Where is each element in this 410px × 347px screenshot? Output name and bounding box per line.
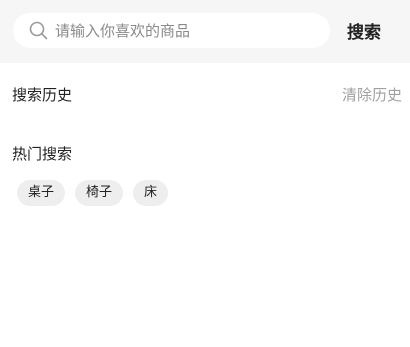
search-button[interactable]: 搜索	[347, 18, 381, 43]
hot-tag[interactable]: 桌子	[17, 180, 66, 206]
hot-tag[interactable]: 床	[133, 180, 169, 206]
clear-history-button[interactable]: 清除历史	[342, 84, 402, 105]
search-box[interactable]	[13, 13, 330, 48]
search-input[interactable]	[55, 13, 315, 48]
hot-search-title: 热门搜索	[12, 145, 73, 163]
search-icon	[29, 21, 48, 40]
search-header: 搜索	[0, 0, 410, 63]
hot-search-tags: 桌子 椅子 床	[17, 180, 169, 206]
search-history-title: 搜索历史	[12, 86, 73, 104]
hot-tag[interactable]: 椅子	[75, 180, 124, 206]
